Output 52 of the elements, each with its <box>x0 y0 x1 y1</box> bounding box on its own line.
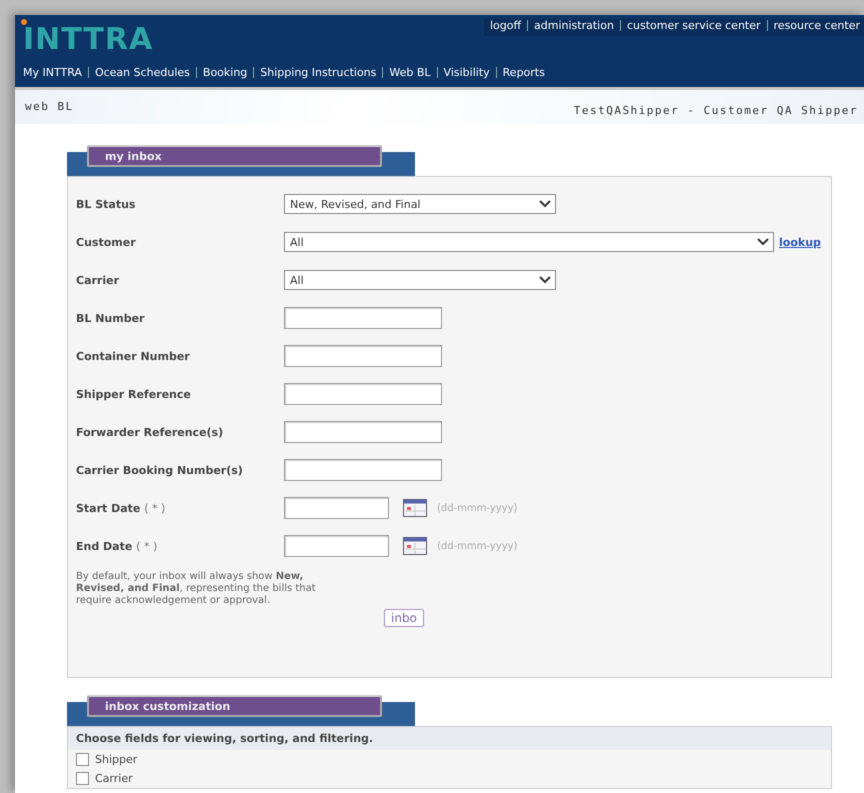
panel-title: inbox customization <box>87 695 382 717</box>
dropdown-caret-icon <box>539 200 551 208</box>
text-field[interactable] <box>284 383 442 405</box>
instruction-text: Choose fields for viewing, sorting, and filtering. <box>68 727 831 750</box>
nav-link[interactable]: Web BL <box>389 66 431 79</box>
nav-link[interactable]: Shipping Instructions <box>260 66 376 79</box>
dropdown-caret-icon <box>539 276 551 284</box>
nav-link[interactable]: Reports <box>502 66 545 79</box>
nav-link[interactable]: Booking <box>202 66 248 79</box>
dropdown[interactable]: All <box>284 232 774 252</box>
field-label: BL Status <box>76 198 136 210</box>
text-field[interactable] <box>284 421 442 443</box>
logo: INTTRA <box>23 25 154 55</box>
dropdown[interactable]: New, Revised, and Final <box>284 194 556 214</box>
field-label: BL Number <box>76 312 146 324</box>
calendar-icon[interactable] <box>403 499 427 517</box>
field-label: Shipper Reference <box>76 388 192 400</box>
checkbox-label: Shipper <box>95 753 138 766</box>
checkbox-label: Carrier <box>95 772 133 785</box>
checkbox[interactable] <box>76 753 89 766</box>
date-format-hint: (dd-mmm-yyyy) <box>437 502 518 514</box>
date-field[interactable] <box>284 535 389 557</box>
field-label: End Date ( * ) <box>76 540 158 552</box>
inbox-button[interactable]: inbo <box>384 609 424 627</box>
nav-link[interactable]: Ocean Schedules <box>94 66 190 79</box>
field-label: Customer <box>76 236 137 248</box>
field-label: Start Date ( * ) <box>76 502 166 514</box>
text-field[interactable] <box>284 459 442 481</box>
dropdown-caret-icon <box>757 238 769 246</box>
dot-icon <box>21 19 27 25</box>
top-link[interactable]: administration <box>534 19 614 32</box>
dropdown[interactable]: All <box>284 270 556 290</box>
lookup-link[interactable]: lookup <box>779 236 821 248</box>
field-label: Forwarder Reference(s) <box>76 426 224 438</box>
checkbox[interactable] <box>76 772 89 785</box>
field-label: Carrier Booking Number(s) <box>76 464 244 476</box>
nav-link[interactable]: My INTTRA <box>23 66 82 79</box>
text-field[interactable] <box>284 307 442 329</box>
top-link[interactable]: resource center <box>774 19 860 32</box>
page-title: web BL <box>25 100 74 115</box>
top-link[interactable]: logoff <box>490 19 522 32</box>
date-format-hint: (dd-mmm-yyyy) <box>437 540 518 552</box>
top-link[interactable]: customer service center <box>626 19 761 32</box>
field-label: Carrier <box>76 274 120 286</box>
nav-link[interactable]: Visibility <box>444 66 490 79</box>
calendar-icon[interactable] <box>403 537 427 555</box>
panel-title: my inbox <box>87 145 382 167</box>
account-name: TestQAShipper - Customer QA Shipper <box>574 104 858 119</box>
text-field[interactable] <box>284 345 442 367</box>
field-label: Container Number <box>76 350 191 362</box>
info-text: By default, your inbox will always show New, Revised, and Final, representing the bills that require acknowledgement or approval. <box>76 571 317 607</box>
date-field[interactable] <box>284 497 389 519</box>
